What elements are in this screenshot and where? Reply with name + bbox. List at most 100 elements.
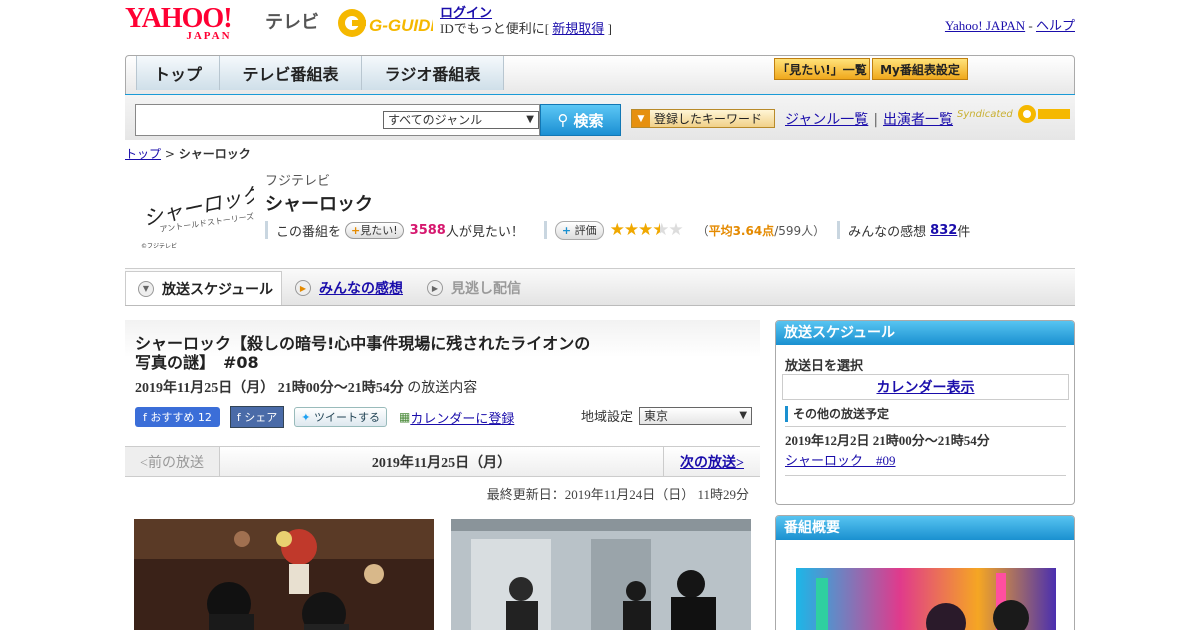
program-title: シャーロック [265, 194, 373, 215]
breadcrumb: トップ > シャーロック [125, 145, 1075, 162]
gguide-small-icon [1017, 105, 1070, 123]
tweet-button[interactable]: ✦ ツイートする [294, 407, 387, 427]
episode-photo-2 [451, 519, 751, 630]
next-broadcast-link[interactable]: 次の放送> [663, 447, 760, 476]
top-links: Yahoo! JAPAN - ヘルプ [945, 15, 1075, 34]
global-nav: トップ テレビ番組表 ラジオ番組表 「見たい!」一覧 My番組表設定 [125, 55, 1075, 100]
program-tabs: ▼ 放送スケジュール ▶ みんなの感想 ▶ 見逃し配信 [125, 268, 1075, 306]
impressions-suffix: 件 [957, 224, 971, 240]
chevron-down-icon: ▼ [526, 114, 534, 125]
mitai-suffix: 人が見たい！ [445, 224, 524, 240]
chevron-down-icon: ▼ [138, 280, 154, 297]
login-link[interactable]: ログイン [440, 5, 492, 20]
divider [837, 221, 841, 239]
episode-photo-1 [134, 519, 434, 630]
tv-label: テレビ [265, 12, 319, 33]
tab-impressions[interactable]: ▶ みんなの感想 [295, 271, 415, 305]
login-text-end: ] [607, 21, 612, 36]
yahoo-japan-logo[interactable]: YAHOO! JAPAN [125, 5, 233, 42]
episode-nav: <前の放送 2019年11月25日（月） 次の放送> [125, 446, 760, 477]
social-buttons: f おすすめ 12 f シェア ✦ ツイートする ▦ カレンダーに登録 [135, 406, 514, 428]
station-name: フジテレビ [265, 174, 331, 189]
prev-broadcast: <前の放送 [125, 447, 220, 476]
schedule-box: 放送スケジュール 放送日を選択 カレンダー表示 その他の放送予定 2019年12… [775, 320, 1075, 505]
other-broadcast-date: 2019年12月2日 21時00分～21時54分 [785, 433, 990, 448]
tab-schedule[interactable]: ▼ 放送スケジュール [125, 271, 282, 305]
chevron-right-icon: ▶ [295, 280, 311, 296]
login-box: ログイン IDでもっと便利に[ 新規取得 ] [440, 5, 612, 37]
nav-tab-tv-schedule[interactable]: テレビ番組表 [220, 56, 362, 90]
register-link[interactable]: 新規取得 [552, 21, 604, 36]
calendar-display-button[interactable]: カレンダー表示 [782, 374, 1069, 400]
other-schedule-heading: その他の放送予定 [785, 405, 889, 422]
plus-icon: + [561, 223, 572, 237]
divider [543, 221, 547, 239]
triangle-down-icon: ▼ [632, 110, 650, 127]
schedule-box-title: 放送スケジュール [776, 321, 1074, 345]
search-button[interactable]: ⚲ 検索 [540, 104, 621, 136]
other-broadcast-link[interactable]: シャーロック #09 [785, 450, 896, 469]
gguide-logo[interactable]: G-GUIDE [335, 6, 433, 40]
search-link-sep: | [873, 112, 879, 128]
episode-date: 2019年11月25日（月） 21時00分～21時54分 の放送内容 [135, 381, 478, 396]
login-text: IDでもっと便利に[ [440, 21, 550, 36]
nav-tab-radio-schedule[interactable]: ラジオ番組表 [362, 56, 504, 90]
genre-select[interactable]: すべてのジャンル ▼ [383, 111, 539, 129]
yahoo-japan-link[interactable]: Yahoo! JAPAN [945, 18, 1025, 33]
breadcrumb-sep: > [164, 147, 175, 161]
summary-box-title: 番組概要 [776, 516, 1074, 540]
twitter-icon: ✦ [301, 411, 311, 424]
last-updated: 最終更新日：2019年11月24日（日） 11時29分 [486, 487, 749, 502]
search-icon: ⚲ [557, 111, 569, 129]
divider [265, 221, 268, 239]
breadcrumb-current: シャーロック [178, 147, 251, 161]
region-select[interactable]: 東京 ▼ [639, 406, 753, 425]
impressions-label: みんなの感想 [848, 224, 927, 240]
region-setting: 地域設定 東京 ▼ [581, 406, 753, 425]
facebook-share-button[interactable]: f シェア [229, 406, 285, 428]
summary-box: 番組概要 [775, 515, 1075, 630]
program-stats: この番組を +見たい! 3588 人が見たい！ + 評価 ★★★★★★ （平均3… [265, 220, 970, 240]
registered-keyword-button[interactable]: ▼ 登録したキーワード [631, 109, 775, 128]
chevron-down-icon: ▼ [739, 409, 748, 421]
mitai-list-button[interactable]: 「見たい!」一覧 [774, 58, 870, 80]
chevron-right-icon: ▶ [427, 280, 443, 296]
select-date-label: 放送日を選択 [785, 359, 864, 374]
nav-tab-top[interactable]: トップ [136, 56, 220, 90]
program-header: シャーロック アントールドストーリーズ ©フジテレビ フジテレビ シャーロック … [125, 168, 1075, 268]
episode-title: シャーロック【殺しの暗号!心中事件現場に残されたライオンの 写真の謎】 #08 [135, 334, 591, 372]
episode-header: シャーロック【殺しの暗号!心中事件現場に残されたライオンの 写真の謎】 #08 … [125, 320, 760, 445]
svg-text:©フジテレビ: ©フジテレビ [141, 242, 177, 250]
divider [785, 426, 1066, 427]
tab-streaming: ▶ 見逃し配信 [427, 271, 547, 305]
calendar-register-link[interactable]: カレンダーに登録 [410, 408, 514, 427]
header: YAHOO! JAPAN テレビ G-GUIDE ログイン IDでもっと便利に[… [125, 0, 1075, 52]
divider [785, 475, 1066, 476]
search-links: ジャンル一覧 | 出演者一覧 [785, 109, 953, 129]
facebook-icon: f [143, 411, 147, 424]
this-program-label: この番組を [276, 224, 342, 240]
genre-list-link[interactable]: ジャンル一覧 [785, 112, 868, 128]
calendar-icon: ▦ [398, 410, 411, 424]
program-poster [796, 568, 1056, 630]
top-link-sep: - [1028, 18, 1033, 33]
plus-icon: + [351, 223, 361, 237]
episode-section: シャーロック【殺しの暗号!心中事件現場に残されたライオンの 写真の謎】 #08 … [125, 320, 760, 630]
cast-list-link[interactable]: 出演者一覧 [883, 112, 953, 128]
help-link[interactable]: ヘルプ [1036, 18, 1075, 33]
rating-stars: ★★★★★★ [609, 220, 684, 240]
program-logo: シャーロック アントールドストーリーズ ©フジテレビ [141, 182, 254, 250]
impressions-count-link[interactable]: 832 [930, 223, 957, 238]
facebook-recommend-button[interactable]: f おすすめ 12 [135, 407, 220, 427]
breadcrumb-top-link[interactable]: トップ [125, 147, 161, 161]
syndicated-gguide-logo: Syndicated [957, 103, 1072, 125]
svg-text:G-GUIDE: G-GUIDE [369, 16, 433, 35]
rating-button[interactable]: + 評価 [554, 220, 604, 240]
rating-average: （平均3.64点/599人） [696, 223, 826, 238]
my-schedule-button[interactable]: My番組表設定 [872, 58, 968, 80]
mitai-button[interactable]: +見たい! [345, 221, 404, 239]
search-bar: すべてのジャンル ▼ ⚲ 検索 ▼ 登録したキーワード ジャンル一覧 | 出演者一覧 Sy… [125, 95, 1075, 140]
facebook-icon: f [236, 411, 241, 424]
current-broadcast-date: 2019年11月25日（月） [371, 455, 512, 471]
mitai-count: 3588 [409, 222, 446, 238]
